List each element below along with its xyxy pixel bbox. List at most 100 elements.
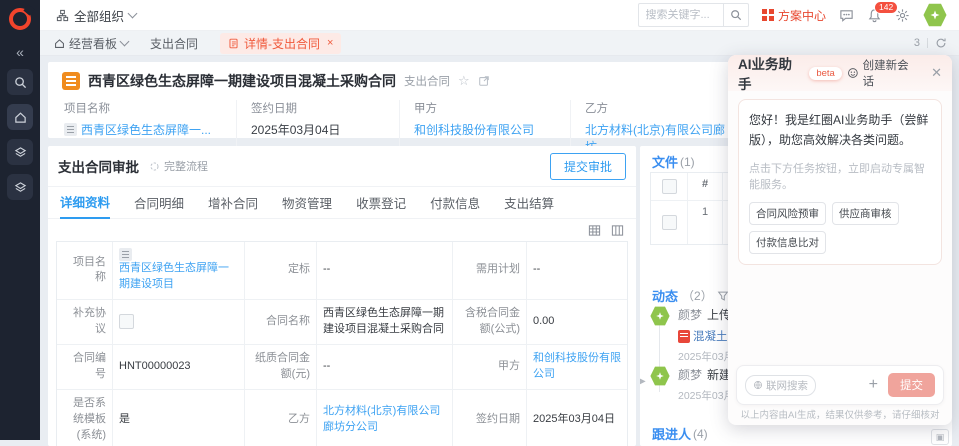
search-input[interactable] [639,9,723,21]
favorite-star-icon[interactable]: ☆ [458,73,470,89]
project-link[interactable]: 西青区绿色生态屏障一... [81,121,211,138]
team-section-title: 跟进人 [652,424,691,443]
task-contract-risk-button[interactable]: 合同风险预审 [749,202,826,225]
cell-label: 是否系统模板(系统) [57,390,113,446]
solution-center-link[interactable]: 方案中心 [762,7,826,24]
beta-badge: beta [809,67,842,80]
tab-materials[interactable]: 物资管理 [282,187,332,218]
chat-icon [839,8,854,23]
sidebar: « [0,0,40,440]
search-icon [14,76,27,89]
search-button[interactable] [723,4,748,26]
columns-icon[interactable] [611,224,624,237]
table-view-icon[interactable] [588,224,601,237]
contract-type-tag: 支出合同 [404,73,450,89]
cell-value: 西青区绿色生态屏障一期建设项目混凝土采购合同 [317,300,453,345]
topbar: 全部组织 方案中心 142 [40,0,959,31]
avatar [650,306,670,326]
submit-approval-button[interactable]: 提交审批 [550,153,626,180]
field-label: 签约日期 [251,100,385,116]
close-tab-icon[interactable]: × [327,37,333,49]
supplement-checkbox[interactable] [119,314,134,329]
cell-value: HNT00000023 [113,345,245,390]
field-label: 甲方 [414,100,556,116]
external-link-icon[interactable] [478,75,490,87]
avatar [650,366,670,386]
sidebar-search-button[interactable] [7,69,33,95]
messages-button[interactable] [839,8,854,23]
sidebar-apps-button[interactable] [7,139,33,165]
floating-widget-button[interactable]: ▣ [931,429,949,445]
ai-submit-button[interactable]: 提交 [888,373,935,397]
full-flow-link[interactable]: 完整流程 [149,158,208,174]
tab-bar: 经营看板 支出合同 详情-支出合同 × 3 [40,31,959,56]
gear-icon [895,8,910,23]
cell-label: 需用计划 [453,242,527,300]
team-count: (4) [693,427,708,441]
close-icon[interactable]: ✕ [931,65,942,81]
project-link[interactable]: 西青区绿色生态屏障一期建设项目 [119,261,238,293]
tab-count: 3 [914,37,920,49]
files-count: (1) [680,155,695,169]
panel-collapse-handle[interactable]: ▶ [640,376,646,387]
chevron-down-icon [120,37,130,47]
tab-detail-label: 详情-支出合同 [244,35,320,52]
home-icon [14,111,27,124]
task-supplier-audit-button[interactable]: 供应商审核 [832,202,899,225]
cell-value: -- [317,242,453,300]
activity-section-title: 动态 [652,286,678,305]
new-session-button[interactable]: 创建新会话 [847,57,919,89]
tab-invoice[interactable]: 收票登记 [356,187,406,218]
tab-settlement[interactable]: 支出结算 [504,187,554,218]
detail-tabs: 详细资料 合同明细 增补合同 物资管理 收票登记 付款信息 支出结算 [48,187,636,219]
grid-icon [762,9,774,21]
flow-icon [149,161,160,172]
tab-expense-contract[interactable]: 支出合同 [150,35,198,52]
ai-input-bar[interactable]: 联网搜索 + 提交 [736,365,944,405]
page-title: 西青区绿色生态屏障一期建设项目混凝土采购合同 [88,71,396,91]
task-payment-compare-button[interactable]: 付款信息比对 [749,231,826,254]
cell-value: 0.00 [527,300,627,345]
web-search-toggle[interactable]: 联网搜索 [745,375,816,396]
cell-label: 合同名称 [245,300,317,345]
notifications-button[interactable]: 142 [867,8,882,23]
party-a-link[interactable]: 和创科技股份有限公司 [533,351,621,383]
tab-detail-info[interactable]: 详细资料 [60,186,110,219]
filter-icon[interactable] [717,290,729,302]
settings-button[interactable] [895,8,910,23]
files-section-title: 文件 [652,152,678,171]
smiley-icon [847,67,859,79]
cell-label: 合同编号 [57,345,113,390]
cell-value: -- [317,345,453,390]
org-selector[interactable]: 全部组织 [56,6,136,25]
ai-hint: 点击下方任务按钮，立即启动专属智能服务。 [749,161,931,194]
org-tree-icon [56,9,69,22]
avatar[interactable] [923,3,947,27]
tab-expense-contract-label: 支出合同 [150,35,198,52]
sidebar-collapse-icon[interactable]: « [16,44,24,60]
refresh-icon[interactable] [935,37,947,49]
tab-detail-active[interactable]: 详情-支出合同 × [220,33,341,54]
tab-contract-items[interactable]: 合同明细 [134,187,184,218]
row-checkbox[interactable] [662,215,677,230]
sidebar-home-button[interactable] [7,104,33,130]
party-b-link[interactable]: 北方材料(北京)有限公司廊坊分公司 [323,404,446,436]
section-title: 支出合同审批 [58,156,139,176]
select-all-checkbox[interactable] [662,179,677,194]
tab-dashboard[interactable]: 经营看板 [54,35,128,52]
activity-count: （2） [682,287,713,304]
tab-supplement[interactable]: 增补合同 [208,187,258,218]
project-icon [64,123,77,136]
cell-label: 补充协议 [57,300,113,345]
attach-plus-icon[interactable]: + [869,376,878,394]
tab-payment[interactable]: 付款信息 [430,187,480,218]
new-session-label: 创建新会话 [863,57,919,89]
star-glyph-icon [655,311,665,321]
party-a-link[interactable]: 和创科技股份有限公司 [414,121,534,138]
actor-name: 颜梦 [678,368,702,382]
sidebar-modules-button[interactable] [7,174,33,200]
brand-logo[interactable] [9,8,31,30]
detail-table: 项目名称 西青区绿色生态屏障一期建设项目 定标 -- 需用计划 -- 补充协议 … [56,241,628,446]
cell-label: 乙方 [245,390,317,446]
field-label: 项目名称 [64,100,222,116]
